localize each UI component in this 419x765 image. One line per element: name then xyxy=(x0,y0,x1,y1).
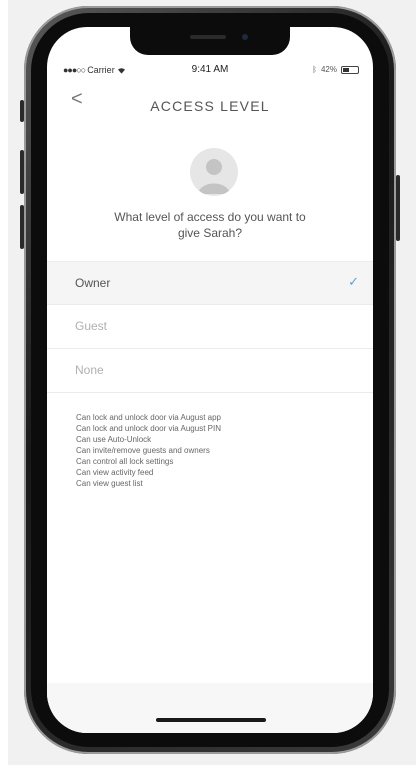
permissions-list: Can lock and unlock door via August app … xyxy=(76,412,356,489)
avatar xyxy=(190,148,238,196)
notch xyxy=(130,27,290,55)
checkmark-icon: ✓ xyxy=(348,274,359,289)
permission-item: Can lock and unlock door via August PIN xyxy=(76,424,221,433)
access-option-label: Guest xyxy=(75,319,108,333)
volume-down-button xyxy=(20,205,24,249)
permission-item: Can invite/remove guests and owners xyxy=(76,446,210,455)
access-option-guest[interactable]: Guest xyxy=(47,305,373,349)
access-question: What level of access do you want to give… xyxy=(114,210,306,240)
page-title: ACCESS LEVEL xyxy=(150,98,270,114)
bluetooth-icon: ᛒ xyxy=(312,65,317,74)
user-silhouette-icon xyxy=(198,159,230,194)
permission-item: Can lock and unlock door via August app xyxy=(76,413,221,422)
camera-icon xyxy=(242,34,248,40)
status-bar: ●●●○○ Carrier 9:41 AM ᛒ 42% xyxy=(47,63,373,79)
battery-fill xyxy=(343,67,349,72)
battery-icon xyxy=(341,65,359,74)
side-button xyxy=(20,100,24,122)
permission-item: Can view activity feed xyxy=(76,468,154,477)
battery-percent: 42% xyxy=(320,65,337,74)
screen: ●●●○○ Carrier 9:41 AM ᛒ 42% < ACCESS LEV… xyxy=(47,27,373,733)
access-option-none[interactable]: None xyxy=(47,349,373,393)
volume-up-button xyxy=(20,150,24,194)
home-indicator[interactable] xyxy=(156,718,266,722)
permission-item: Can view guest list xyxy=(76,479,143,488)
bottom-area xyxy=(47,683,373,733)
permission-item: Can control all lock settings xyxy=(76,457,174,466)
power-button xyxy=(396,175,400,241)
battery-group: ᛒ 42% xyxy=(312,65,359,74)
permission-item: Can use Auto-Unlock xyxy=(76,435,152,444)
access-level-list: Owner ✓ Guest None xyxy=(47,261,373,393)
access-option-label: Owner xyxy=(75,276,111,290)
access-option-owner[interactable]: Owner ✓ xyxy=(47,261,373,305)
access-option-label: None xyxy=(75,363,104,377)
speaker-grille xyxy=(190,35,226,39)
